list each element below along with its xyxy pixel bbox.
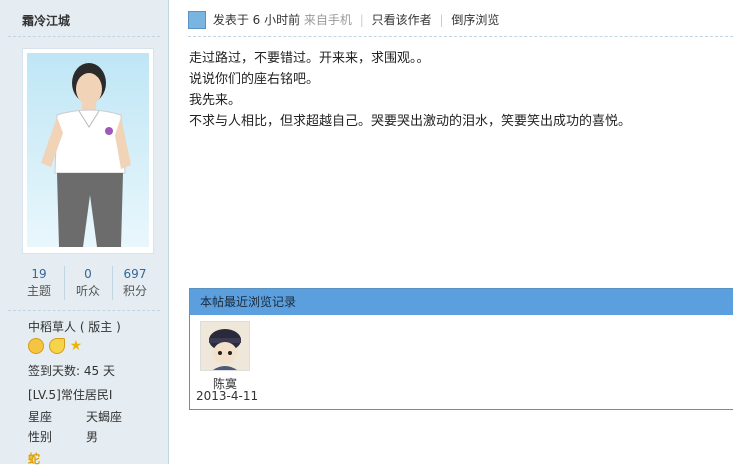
info-row-zodiac: 星座 天蝎座 xyxy=(28,408,122,425)
post-line: 走过路过，不要错过。开来来，求围观。。 xyxy=(189,51,430,66)
stat-listeners-label: 听众 xyxy=(75,284,100,298)
zodiac-value: 天蝎座 xyxy=(86,410,123,424)
online-user-icon xyxy=(188,10,206,29)
visitor-date: 2013-4-11 xyxy=(196,389,259,403)
stat-topics-count[interactable]: 19 xyxy=(16,266,62,282)
post-line: 我先来。 xyxy=(189,93,242,108)
sun-icon xyxy=(28,338,44,354)
author-only-link[interactable]: 只看该作者 xyxy=(372,13,432,27)
gender-value: 男 xyxy=(86,430,99,444)
separator: | xyxy=(359,13,364,27)
stat-points-count[interactable]: 697 xyxy=(112,266,158,282)
visitor-avatar[interactable] xyxy=(200,321,250,371)
stat-listeners-count[interactable]: 0 xyxy=(65,266,111,282)
author-avatar[interactable] xyxy=(22,48,154,254)
post-source[interactable]: 来自手机 xyxy=(304,13,352,27)
stat-points-label: 积分 xyxy=(122,284,147,298)
signin-days: 签到天数: 45 天 xyxy=(28,364,115,378)
post-time: 发表于 6 小时前 xyxy=(212,13,301,27)
medal-list: ★ xyxy=(28,338,82,356)
divider xyxy=(188,36,733,37)
divider xyxy=(8,36,160,37)
stat-topics[interactable]: 19 主题 xyxy=(16,266,62,300)
author-username[interactable]: 霜冷江城 xyxy=(22,12,70,29)
zodiac-label: 星座 xyxy=(28,410,53,424)
info-row-gender: 性别 男 xyxy=(28,428,98,445)
user-group[interactable]: 中稻草人 ( 版主 ) xyxy=(28,318,121,335)
author-stats: 19 主题 0 听众 697 积分 xyxy=(12,266,158,300)
divider xyxy=(8,310,160,311)
post-meta: 发表于 6 小时前 来自手机 | 只看该作者 | 倒序浏览 xyxy=(188,8,499,32)
star-icon: ★ xyxy=(69,338,83,354)
post-line: 不求与人相比，但求超越自己。哭要哭出激动的泪水，笑要笑出成功的喜悦。 xyxy=(189,114,632,129)
gender-label: 性别 xyxy=(28,430,53,444)
stat-topics-label: 主题 xyxy=(26,284,51,298)
user-level: [LV.5]常住居民I xyxy=(28,388,113,402)
stat-listeners[interactable]: 0 听众 xyxy=(65,266,111,300)
moon-icon xyxy=(48,338,65,354)
reverse-order-link[interactable]: 倒序浏览 xyxy=(451,13,499,27)
author-sidebar: 霜冷江城 19 主题 0 听众 697 积分 中稻草人 (版主) ★ 签到天… xyxy=(0,0,169,466)
snake-badge: 蛇 xyxy=(28,452,41,466)
recent-viewers-title: 本帖最近浏览记录 xyxy=(190,289,733,315)
post-line: 说说你们的座右铭吧。 xyxy=(189,72,320,87)
post-content: 走过路过，不要错过。开来来，求围观。。 说说你们的座右铭吧。 我先来。 不求与人… xyxy=(189,48,631,132)
stat-points[interactable]: 697 积分 xyxy=(112,266,158,300)
separator: | xyxy=(439,13,444,27)
recent-viewers-panel: 本帖最近浏览记录 陈寞 2013-4-11 xyxy=(189,288,733,410)
visitor-item[interactable]: 陈寞 xyxy=(200,321,250,392)
